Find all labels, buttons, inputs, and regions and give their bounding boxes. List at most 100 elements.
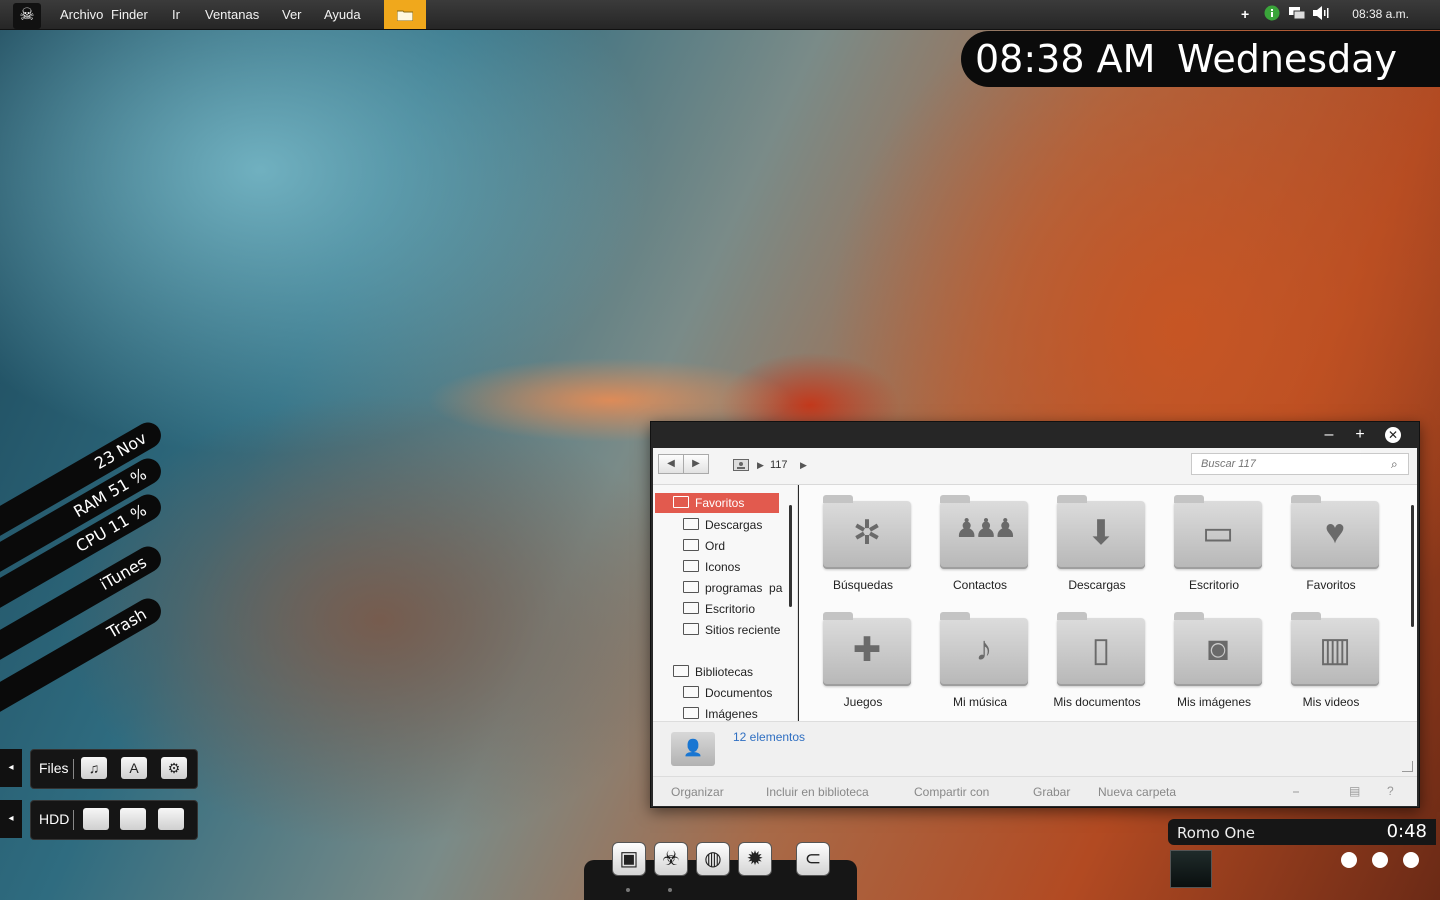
sidebar-item-ord[interactable]: Ord [683, 536, 725, 556]
window-titlebar[interactable]: – + ✕ [651, 422, 1419, 448]
music-note-icon[interactable]: ♫ [81, 757, 107, 779]
include-library-button[interactable]: Incluir en biblioteca [766, 785, 869, 799]
previous-button[interactable] [1341, 852, 1357, 868]
new-folder-button[interactable]: Nueva carpeta [1098, 785, 1176, 799]
menu-ir[interactable]: Ir [172, 7, 180, 22]
folder-contactos[interactable]: ♟♟♟ Contactos [924, 485, 1036, 597]
breadcrumb-arrow-icon[interactable]: ▶ [800, 460, 807, 471]
clock-day: Wednesday [1177, 37, 1398, 81]
folder-mis-imagenes[interactable]: ◙ Mis imágenes [1158, 602, 1270, 714]
search-icon[interactable]: ⌕ [1391, 457, 1398, 472]
content-scrollbar[interactable] [1411, 505, 1414, 627]
display-icon[interactable] [1288, 5, 1306, 24]
next-button[interactable] [1403, 852, 1419, 868]
globe-icon[interactable]: ◍ [696, 842, 730, 876]
resize-grip[interactable] [1402, 761, 1413, 772]
drive-icon[interactable] [120, 808, 146, 830]
volume-icon[interactable] [1312, 5, 1330, 24]
computer-icon[interactable] [733, 459, 749, 474]
paperclip-icon[interactable]: ⊂ [796, 842, 830, 876]
folder-busquedas[interactable]: ✲ Búsquedas [807, 485, 919, 597]
app-store-icon[interactable]: A [121, 757, 147, 779]
monitor-icon[interactable]: ▣ [612, 842, 646, 876]
sidebar-item-imagenes[interactable]: Imágenes [683, 704, 758, 721]
bug-icon[interactable]: ✹ [738, 842, 772, 876]
folder-icon: ◙ [1174, 612, 1262, 686]
menu-ver[interactable]: Ver [282, 7, 302, 22]
sidebar-item-label: Documentos [705, 686, 773, 700]
people-icon: ♟♟♟ [955, 513, 1017, 543]
desktop-folder-icon [683, 602, 699, 614]
drive-icon[interactable] [83, 808, 109, 830]
preview-pane-icon[interactable]: ▤ [1349, 784, 1360, 798]
sidebar-item-label: programas pa [705, 581, 783, 595]
folder-escritorio[interactable]: ▭ Escritorio [1158, 485, 1270, 597]
drive-icon[interactable] [158, 808, 184, 830]
user-folder-icon: 👤 [671, 732, 715, 766]
back-button[interactable]: ◀ [658, 454, 684, 474]
organize-button[interactable]: Organizar [671, 785, 724, 799]
film-icon: ▥ [1318, 631, 1352, 669]
help-icon[interactable]: ? [1387, 784, 1394, 798]
maximize-icon[interactable]: + [1351, 426, 1369, 444]
sidebar-item-programas[interactable]: programas pa [683, 578, 782, 598]
folder-descargas[interactable]: ⬇ Descargas [1041, 485, 1153, 597]
menu-ventanas[interactable]: Ventanas [205, 7, 259, 22]
folder-juegos[interactable]: ✚ Juegos [807, 602, 919, 714]
album-art[interactable] [1170, 850, 1212, 888]
share-button[interactable]: Compartir con [914, 785, 989, 799]
sidebar-item-documentos[interactable]: Documentos [683, 683, 772, 703]
hdd-collapse-arrow[interactable]: ◂ [0, 800, 22, 838]
close-icon[interactable]: ✕ [1385, 427, 1401, 443]
folder-label: Juegos [843, 695, 883, 709]
folder-mi-musica[interactable]: ♪ Mi música [924, 602, 1036, 714]
download-folder-icon [683, 518, 699, 530]
sidebar-item-label: Ord [705, 539, 726, 553]
gear-icon[interactable]: ⚙ [161, 757, 187, 779]
menu-finder[interactable]: Finder [111, 7, 148, 22]
info-icon[interactable] [1264, 5, 1280, 24]
download-icon: ⬇ [1086, 514, 1116, 552]
folder-icon [683, 686, 699, 698]
menubar-clock[interactable]: 08:38 a.m. [1352, 7, 1409, 21]
play-pause-button[interactable] [1372, 852, 1388, 868]
folder-icon [683, 539, 699, 551]
folder-mis-videos[interactable]: ▥ Mis videos [1275, 602, 1387, 714]
sidebar-item-sitios-recientes[interactable]: Sitios reciente [683, 620, 780, 640]
explorer-window: – + ✕ ◀ ▶ ▶ 117 ▶ ⌕ Favoritos Descargas … [650, 421, 1420, 808]
library-folder-icon [673, 665, 689, 677]
sidebar-item-bibliotecas[interactable]: Bibliotecas [673, 662, 753, 682]
folder-icon: ⬇ [1057, 495, 1145, 569]
navigation-pane: Favoritos Descargas Ord Iconos programas… [653, 485, 798, 721]
folder-label: Mi música [952, 695, 1007, 709]
divider [73, 810, 74, 830]
sidebar-item-escritorio[interactable]: Escritorio [683, 599, 755, 619]
folder-app-button[interactable] [384, 0, 426, 29]
minimize-icon[interactable]: – [1320, 426, 1338, 444]
search-input[interactable] [1191, 453, 1409, 475]
recent-folder-icon [683, 623, 699, 635]
sidebar-item-label: Sitios reciente [705, 623, 781, 637]
folder-label: Favoritos [1306, 578, 1356, 592]
folder-icon: ▥ [1291, 612, 1379, 686]
sidebar-item-descargas[interactable]: Descargas [683, 515, 762, 535]
heart-icon: ♥ [1324, 513, 1346, 551]
sidebar-item-iconos[interactable]: Iconos [683, 557, 740, 577]
item-count: 12 elementos [733, 730, 806, 744]
forward-button[interactable]: ▶ [683, 454, 709, 474]
breadcrumb-current[interactable]: 117 [770, 459, 788, 471]
folder-icon: ✚ [823, 612, 911, 686]
menu-ayuda[interactable]: Ayuda [324, 7, 361, 22]
plus-icon[interactable]: + [1241, 6, 1249, 22]
biohazard-icon[interactable]: ☣ [654, 842, 688, 876]
folder-mis-documentos[interactable]: ▯ Mis documentos [1041, 602, 1153, 714]
sidebar-scrollbar[interactable] [789, 505, 792, 607]
menu-archivo[interactable]: Archivo [60, 7, 103, 22]
view-options-icon[interactable]: ⎯ [1293, 784, 1299, 799]
folder-favoritos[interactable]: ♥ Favoritos [1275, 485, 1387, 597]
sidebar-item-favoritos[interactable]: Favoritos [655, 493, 779, 513]
files-collapse-arrow[interactable]: ◂ [0, 749, 22, 787]
skull-logo-icon[interactable]: ☠ [13, 3, 41, 29]
breadcrumb-arrow-icon[interactable]: ▶ [757, 460, 764, 471]
burn-button[interactable]: Grabar [1033, 785, 1070, 799]
